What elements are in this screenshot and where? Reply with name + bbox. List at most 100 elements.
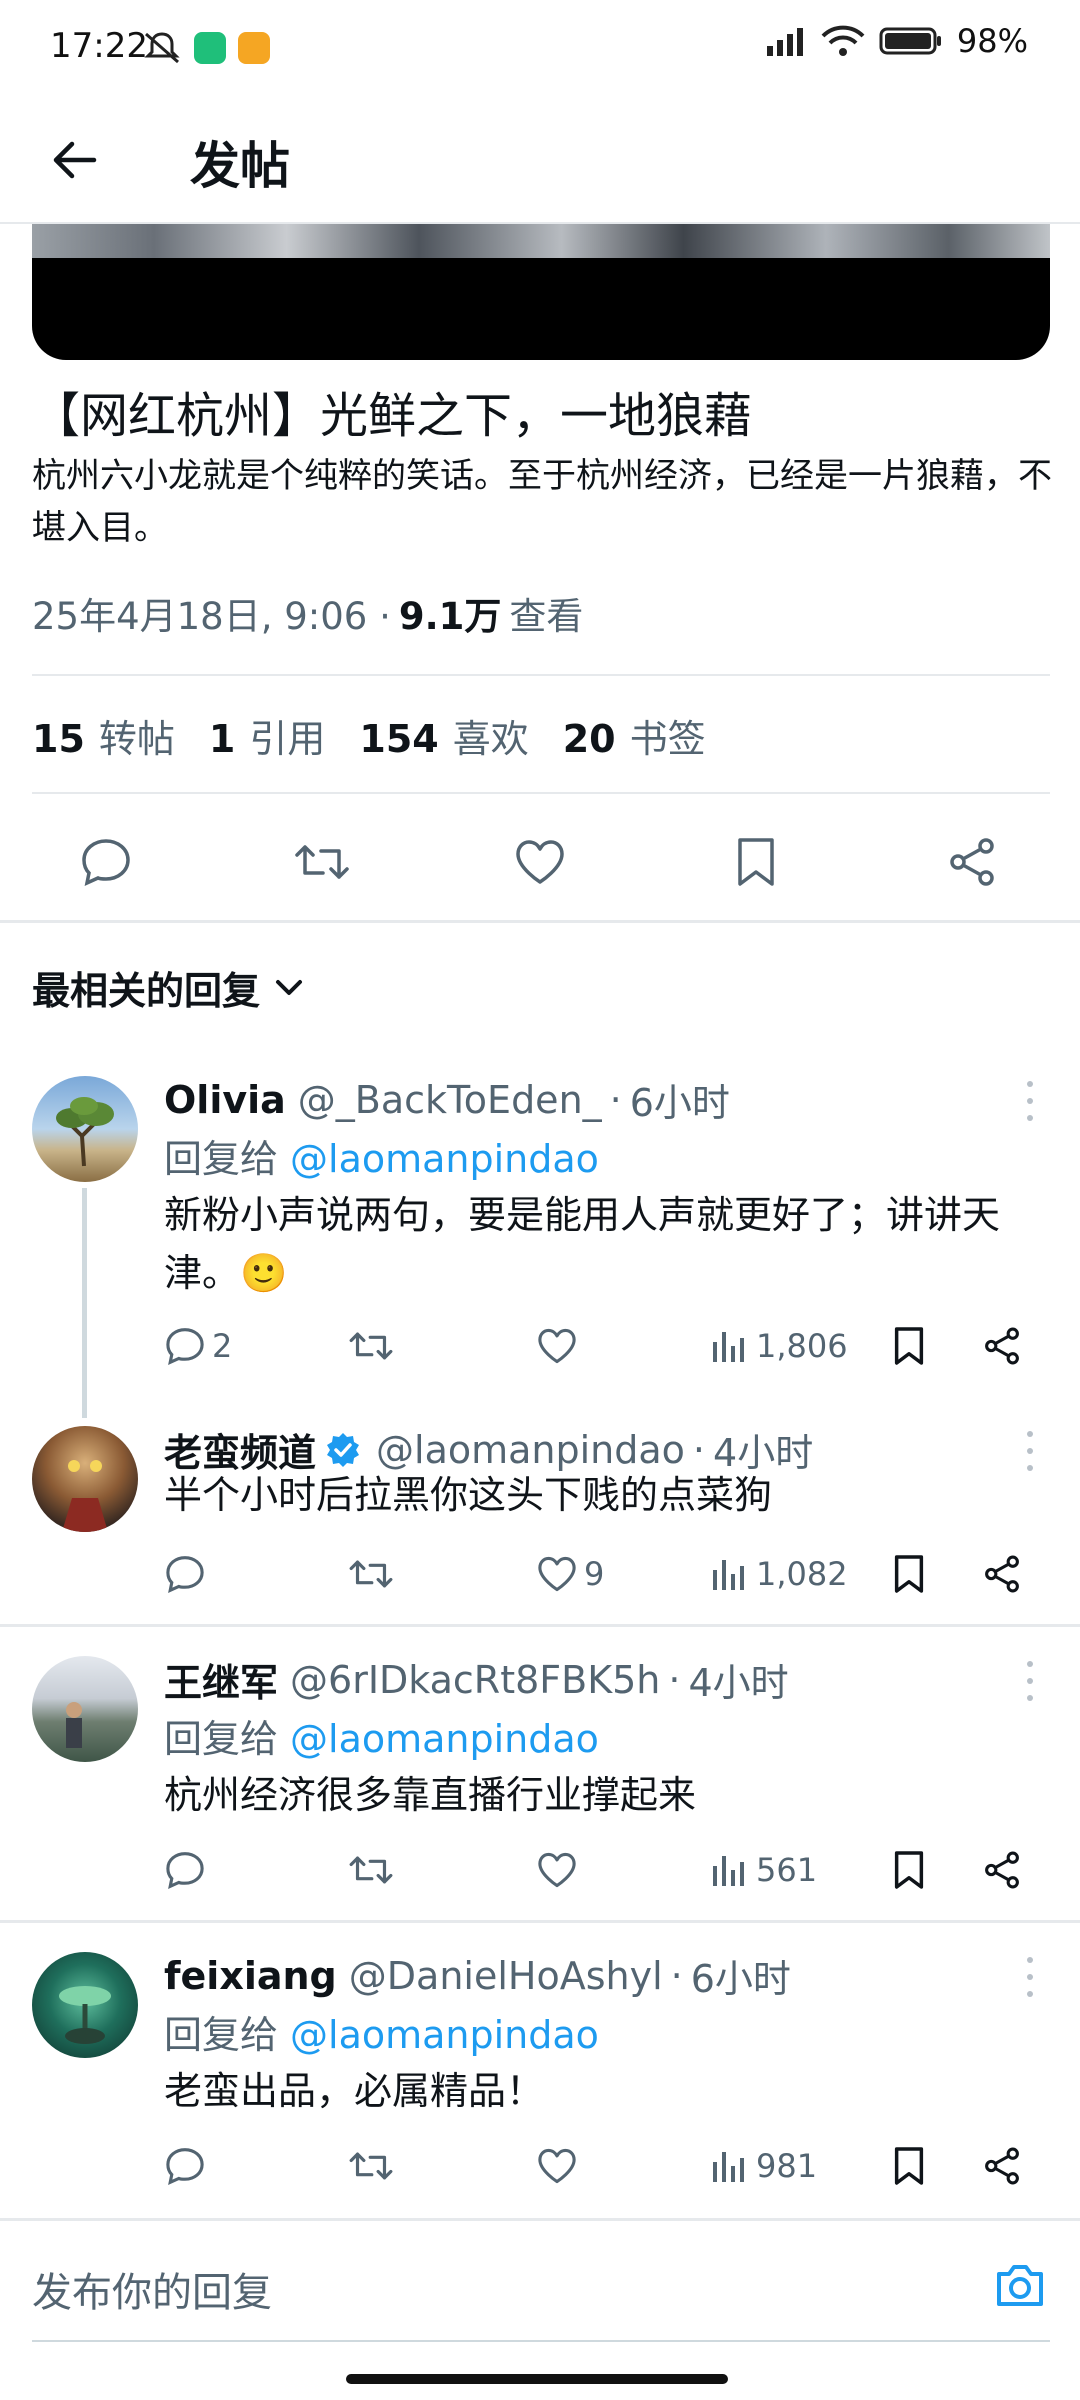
reply-item[interactable]: feixiang @DanielHoAshyl · 6小时 回复给 @laoman… — [0, 1946, 1080, 2206]
bookmark-icon — [738, 838, 774, 886]
stat-bookmarks[interactable]: 20 书签 — [563, 708, 706, 763]
views-button[interactable]: 561 — [712, 1840, 817, 1900]
reply-item[interactable]: 老蛮频道 @laomanpindao · 4小时 半个小时后拉黑你这头下贱的点菜… — [0, 1420, 1080, 1620]
views-icon — [713, 1332, 744, 1362]
views-icon — [713, 2152, 744, 2182]
reply-time: 4小时 — [688, 1661, 789, 1705]
avatar[interactable] — [32, 1952, 138, 2058]
more-options-icon[interactable] — [1020, 1076, 1040, 1126]
meta-dot: · — [670, 1953, 683, 1998]
bookmark-button[interactable] — [892, 2136, 926, 2196]
bookmark-icon — [894, 2147, 924, 2185]
retweet-icon — [349, 1560, 393, 1588]
reply-button[interactable] — [164, 1840, 212, 1900]
reply-item[interactable]: Olivia @_BackToEden_ · 6小时 回复给 @laomanpin… — [0, 1070, 1080, 1418]
views-button[interactable]: 1,806 — [712, 1316, 848, 1376]
back-button[interactable] — [40, 126, 108, 194]
share-icon — [985, 1327, 1019, 1365]
retweet-button[interactable] — [292, 832, 352, 892]
views-count: 561 — [756, 1851, 818, 1889]
reply-to-mention[interactable]: @laomanpindao — [290, 1137, 599, 1181]
bookmark-icon — [894, 1327, 924, 1365]
reply-author-name[interactable]: feixiang — [164, 1954, 337, 1998]
like-button[interactable]: 9 — [536, 1544, 604, 1604]
reply-to-line: 回复给 @laomanpindao — [164, 1128, 599, 1183]
avatar[interactable] — [32, 1426, 138, 1532]
home-indicator[interactable] — [346, 2374, 728, 2384]
thread-line — [82, 1188, 87, 1418]
bookmark-button[interactable] — [892, 1316, 926, 1376]
share-button[interactable] — [982, 1316, 1022, 1376]
more-options-icon[interactable] — [1020, 1952, 1040, 2002]
reply-to-label: 回复给 — [164, 2013, 279, 2057]
reply-item[interactable]: 王继军 @6rIDkacRt8FBK5h · 4小时 回复给 @laomanpin… — [0, 1650, 1080, 1910]
like-button[interactable] — [510, 832, 570, 892]
like-icon — [538, 1852, 576, 1888]
post-body: 杭州六小龙就是个纯粹的笑话。至于杭州经济，已经是一片狼藉，不堪入目。 — [32, 456, 1052, 548]
signal-icon — [766, 28, 803, 56]
chevron-down-icon — [276, 979, 303, 995]
post-media[interactable] — [32, 224, 1050, 360]
like-button[interactable] — [536, 2136, 584, 2196]
stat-likes[interactable]: 154 喜欢 — [359, 708, 528, 763]
reply-author-handle[interactable]: @_BackToEden_ — [298, 1078, 602, 1122]
reply-to-line: 回复给 @laomanpindao — [164, 1708, 599, 1763]
divider — [32, 792, 1050, 794]
reply-button[interactable] — [164, 1544, 212, 1604]
reply-input[interactable]: 发布你的回复 — [32, 2260, 272, 2318]
section-separator — [0, 920, 1080, 923]
retweet-icon — [295, 845, 349, 879]
reply-composer[interactable]: 发布你的回复 — [0, 2226, 1080, 2344]
like-icon — [538, 2148, 576, 2184]
reply-author-handle[interactable]: @laomanpindao — [376, 1428, 685, 1472]
reply-text: 杭州经济很多靠直播行业撑起来 — [164, 1773, 697, 1817]
bookmark-button[interactable] — [726, 832, 786, 892]
page-title: 发帖 — [190, 137, 290, 195]
reply-button[interactable] — [76, 832, 136, 892]
reply-actions: 981 — [164, 2136, 1044, 2196]
views-button[interactable]: 1,082 — [712, 1544, 848, 1604]
reply-sort-dropdown[interactable]: 最相关的回复 — [32, 960, 304, 1015]
media-image-edge — [32, 224, 1050, 258]
retweet-button[interactable] — [348, 1544, 394, 1604]
reply-author-name[interactable]: Olivia — [164, 1078, 286, 1122]
reply-author-handle[interactable]: @DanielHoAshyl — [349, 1954, 663, 1998]
avatar[interactable] — [32, 1076, 138, 1182]
share-icon — [985, 1851, 1019, 1889]
bookmark-button[interactable] — [892, 1544, 926, 1604]
stat-quotes[interactable]: 1 引用 — [209, 708, 325, 763]
avatar[interactable] — [32, 1656, 138, 1762]
reply-icon — [166, 1852, 204, 1890]
reply-actions: 2 1,806 — [164, 1316, 1044, 1376]
reply-to-mention[interactable]: @laomanpindao — [290, 1717, 599, 1761]
camera-button[interactable] — [988, 2254, 1052, 2318]
retweet-button[interactable] — [348, 1840, 394, 1900]
retweet-button[interactable] — [348, 2136, 394, 2196]
like-button[interactable] — [536, 1840, 584, 1900]
reply-button[interactable]: 2 — [164, 1316, 232, 1376]
reply-to-mention[interactable]: @laomanpindao — [290, 2013, 599, 2057]
reply-actions: 9 1,082 — [164, 1544, 1044, 1604]
retweet-icon — [349, 2152, 393, 2180]
reply-text: 半个小时后拉黑你这头下贱的点菜狗 — [164, 1473, 773, 1517]
share-button[interactable] — [982, 2136, 1022, 2196]
like-button[interactable] — [536, 1316, 584, 1376]
share-button[interactable] — [942, 832, 1002, 892]
reply-author-name[interactable]: 王继军 — [164, 1652, 278, 1707]
reply-author-handle[interactable]: @6rIDkacRt8FBK5h — [290, 1658, 660, 1702]
sort-label: 最相关的回复 — [32, 969, 261, 1013]
reply-button[interactable] — [164, 2136, 212, 2196]
share-button[interactable] — [982, 1544, 1022, 1604]
retweet-icon — [349, 1332, 393, 1360]
retweet-button[interactable] — [348, 1316, 394, 1376]
post-views-label: 查看 — [509, 595, 584, 638]
stat-retweets[interactable]: 15 转帖 — [32, 708, 175, 763]
meta-dot: · — [609, 1077, 622, 1122]
more-options-icon[interactable] — [1020, 1656, 1040, 1706]
views-button[interactable]: 981 — [712, 2136, 817, 2196]
reply-to-label: 回复给 — [164, 1717, 279, 1761]
meta-dot: · — [692, 1427, 706, 1472]
app-bar: 发帖 — [0, 96, 1080, 224]
share-button[interactable] — [982, 1840, 1022, 1900]
bookmark-button[interactable] — [892, 1840, 926, 1900]
